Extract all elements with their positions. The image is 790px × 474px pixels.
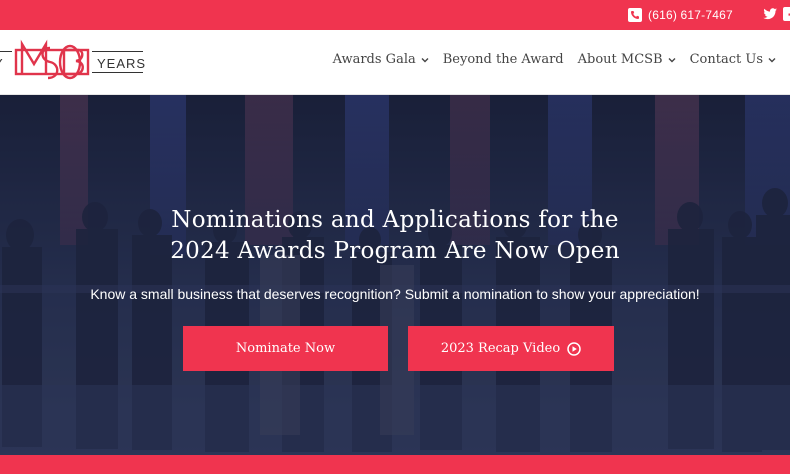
nav-item-awards-gala[interactable]: Awards Gala	[333, 52, 429, 67]
nav-item-label: Contact Us	[689, 52, 763, 67]
nav-item-label: About MCSB	[577, 52, 663, 67]
chevron-down-icon	[668, 57, 676, 62]
nav-item-label: Beyond the Award	[442, 52, 564, 67]
hero-subtitle: Know a small business that deserves reco…	[90, 286, 700, 302]
logo-rule	[92, 51, 143, 52]
recap-video-label: 2023 Recap Video	[440, 341, 561, 356]
site-header: Y YEARS Awards Gala Beyond the Award Abo…	[0, 30, 790, 95]
chevron-down-icon	[768, 57, 776, 62]
hero-overlay	[0, 95, 790, 455]
phone-icon	[628, 8, 642, 22]
facebook-icon[interactable]	[782, 6, 790, 22]
nominate-now-button[interactable]: Nominate Now	[183, 326, 388, 371]
main-nav: Awards Gala Beyond the Award About MCSB …	[333, 52, 776, 67]
logo-rule	[92, 72, 143, 73]
logo-years-text: YEARS	[97, 56, 147, 71]
nominate-now-label: Nominate Now	[235, 341, 336, 356]
nav-item-label: Awards Gala	[332, 52, 416, 67]
hero-title-line1: Nominations and Applications for the	[171, 207, 619, 233]
play-circle-icon	[567, 341, 581, 356]
hero-section: Nominations and Applications for the 202…	[0, 95, 790, 455]
logo-rule	[0, 51, 12, 52]
hero-title-line2: 2024 Awards Program Are Now Open	[170, 238, 620, 264]
nav-item-contact-us[interactable]: Contact Us	[690, 52, 776, 67]
logo-monogram-icon	[14, 39, 90, 80]
site-logo[interactable]: Y YEARS	[0, 38, 150, 86]
hero-title: Nominations and Applications for the 202…	[0, 205, 790, 267]
bottom-accent-strip	[0, 455, 790, 474]
social-links	[762, 6, 790, 22]
top-bar: (616) 617-7467	[0, 0, 790, 30]
nav-item-about-mcsb[interactable]: About MCSB	[578, 52, 676, 67]
twitter-icon[interactable]	[762, 6, 778, 22]
phone-number: (616) 617-7467	[648, 8, 733, 22]
nav-item-beyond-the-award[interactable]: Beyond the Award	[443, 52, 564, 67]
chevron-down-icon	[421, 57, 429, 62]
logo-text-left: Y	[0, 56, 4, 71]
phone-link[interactable]: (616) 617-7467	[628, 6, 733, 24]
recap-video-button[interactable]: 2023 Recap Video	[408, 326, 614, 371]
